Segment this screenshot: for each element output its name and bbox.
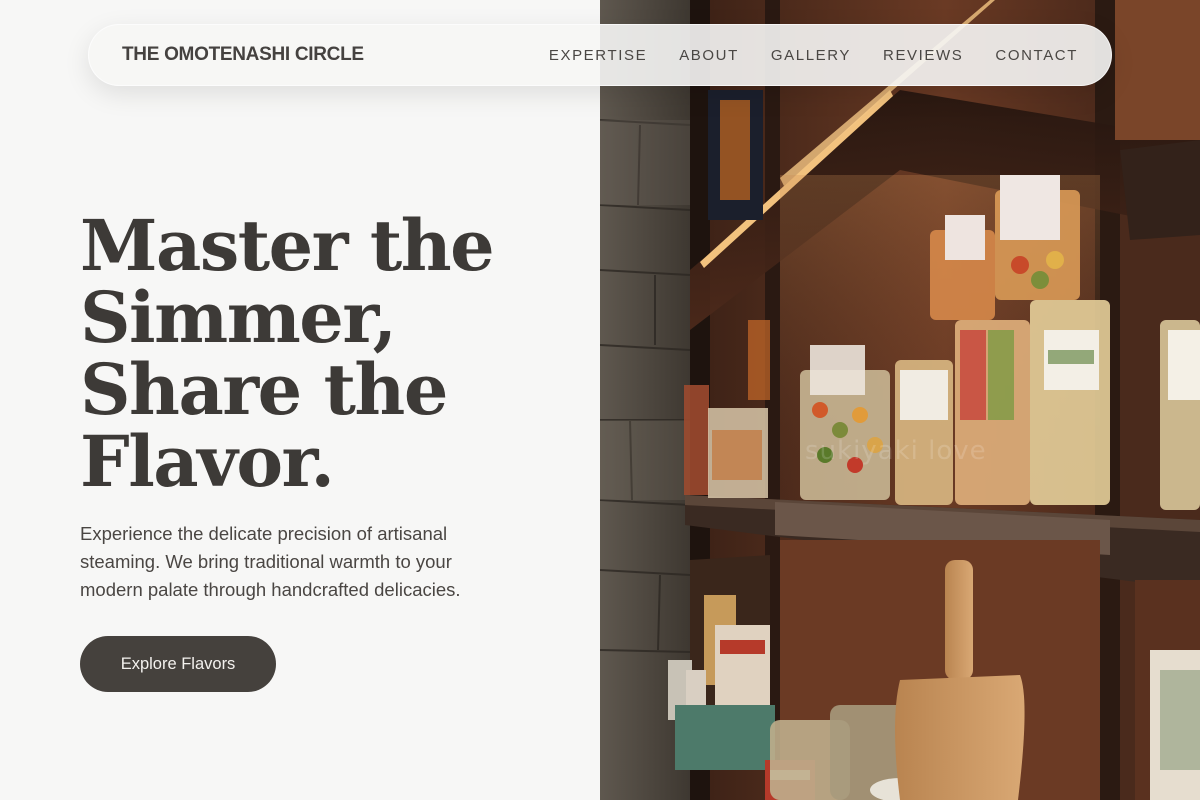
hero-headline: Master the Simmer, Share the Flavor.	[80, 210, 580, 498]
pasta-shelves-photo	[600, 0, 1200, 800]
nav-link-reviews[interactable]: REVIEWS	[883, 47, 963, 64]
brand-logo-text[interactable]: THE OMOTENASHI CIRCLE	[122, 44, 364, 66]
headline-line: Share the	[80, 348, 448, 431]
photo-watermark: sukiyaki love	[805, 436, 987, 466]
headline-line: Flavor.	[80, 420, 335, 503]
nav-link-gallery[interactable]: GALLERY	[771, 47, 851, 64]
hero-photo: sukiyaki love	[600, 0, 1200, 800]
top-navigation: THE OMOTENASHI CIRCLE EXPERTISE ABOUT GA…	[88, 24, 1112, 86]
explore-flavors-button[interactable]: Explore Flavors	[80, 636, 276, 692]
headline-line: Simmer,	[80, 276, 397, 359]
nav-link-expertise[interactable]: EXPERTISE	[549, 47, 647, 64]
hero-description: Experience the delicate precision of art…	[80, 523, 461, 600]
headline-line: Master the	[80, 204, 495, 287]
nav-link-contact[interactable]: CONTACT	[995, 47, 1078, 64]
nav-link-about[interactable]: ABOUT	[679, 47, 739, 64]
nav-menu: EXPERTISE ABOUT GALLERY REVIEWS CONTACT	[549, 47, 1078, 64]
